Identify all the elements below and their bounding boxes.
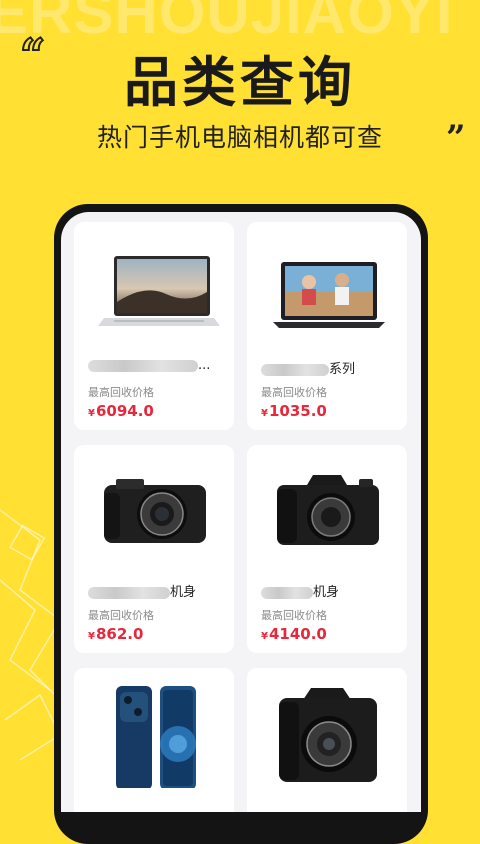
product-name-suffix: 机身	[170, 585, 197, 600]
product-price: ¥862.0	[88, 625, 143, 643]
product-name-suffix: 机身	[313, 585, 340, 600]
phone-screen: ... 最高回收价格 ¥6094.0 系列 最高回收价格 ¥1035.0 机身 …	[61, 212, 421, 812]
product-name: 机身	[88, 581, 196, 600]
price-label: 最高回收价格	[261, 609, 327, 622]
blurred-text	[261, 586, 313, 599]
product-card[interactable]: 系列 最高回收价格 ¥1035.0	[247, 222, 407, 430]
currency-symbol: ¥	[88, 408, 95, 419]
product-name: ...	[88, 358, 210, 373]
product-card[interactable]: ... 最高回收价格 ¥6094.0	[74, 222, 234, 430]
page-subtitle: 热门手机电脑相机都可查	[96, 123, 383, 152]
price-value: 862.0	[95, 625, 144, 643]
camera-body-icon	[277, 475, 379, 545]
price-label: 最高回收价格	[88, 609, 154, 622]
dslr-camera-icon	[279, 688, 377, 782]
product-name-suffix: ...	[198, 358, 211, 373]
product-card[interactable]	[247, 668, 407, 812]
price-label: 最高回收价格	[88, 386, 154, 399]
currency-symbol: ¥	[261, 408, 268, 419]
blurred-text	[88, 586, 170, 599]
product-price: ¥1035.0	[261, 402, 327, 420]
product-name-suffix: 系列	[329, 362, 356, 377]
laptop-tablet-icon	[98, 256, 220, 326]
product-card[interactable]: 机身 最高回收价格 ¥4140.0	[247, 445, 407, 653]
blurred-text	[88, 359, 198, 372]
laptop-icon	[273, 262, 385, 328]
blurred-text	[261, 363, 329, 376]
product-card[interactable]	[74, 668, 234, 812]
page-title: 品类查询	[124, 51, 356, 114]
price-value: 4140.0	[268, 625, 327, 643]
currency-symbol: ¥	[261, 631, 268, 642]
product-price: ¥4140.0	[261, 625, 327, 643]
product-price: ¥6094.0	[88, 402, 154, 420]
price-value: 1035.0	[268, 402, 327, 420]
smartphone-icon	[116, 686, 196, 788]
price-label: 最高回收价格	[261, 386, 327, 399]
product-name: 系列	[261, 358, 355, 377]
product-card[interactable]: 机身 最高回收价格 ¥862.0	[74, 445, 234, 653]
currency-symbol: ¥	[88, 631, 95, 642]
price-value: 6094.0	[95, 402, 154, 420]
mirrorless-camera-icon	[104, 479, 206, 543]
product-name: 机身	[261, 581, 339, 600]
